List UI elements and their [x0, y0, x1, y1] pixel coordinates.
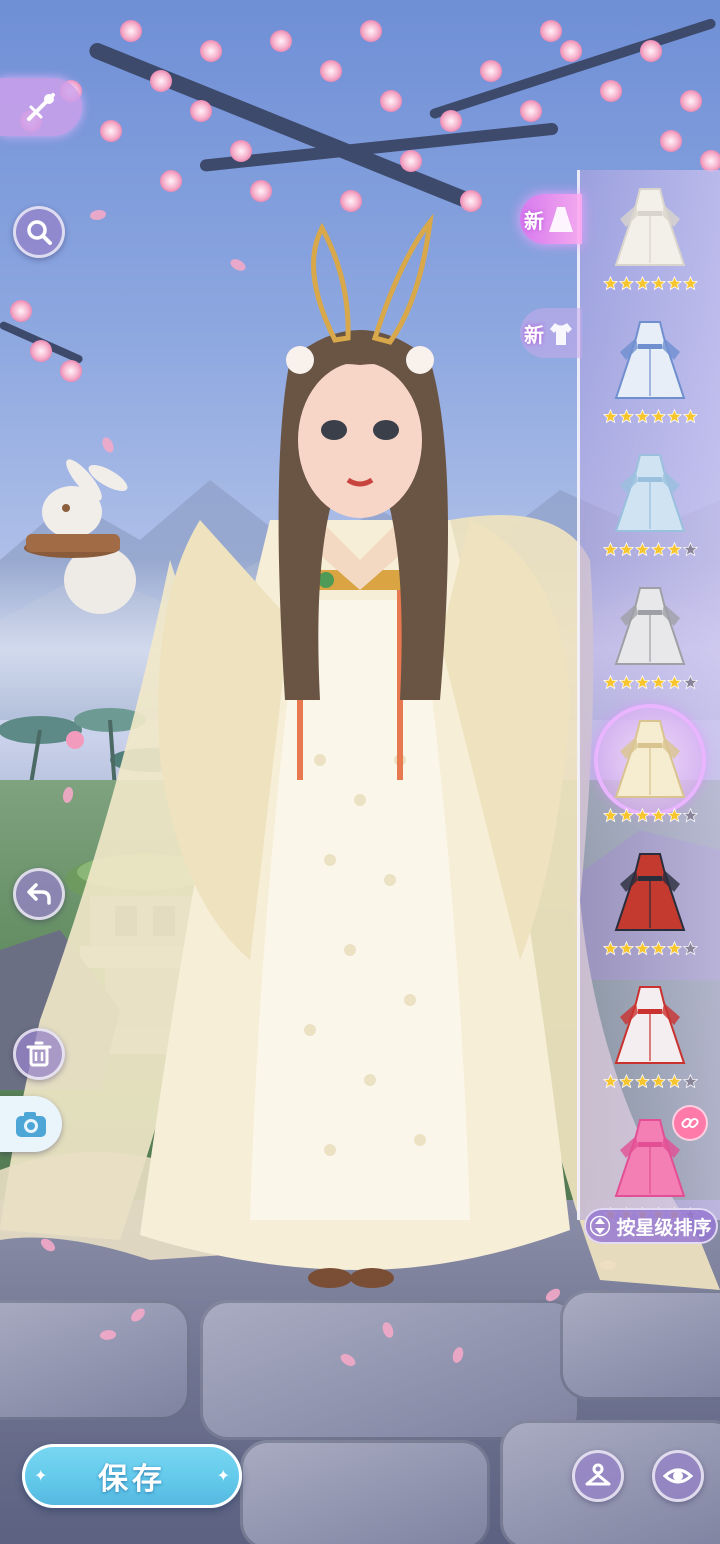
- star-filled-icon: [634, 1074, 650, 1089]
- star-filled-icon: [602, 409, 618, 424]
- category-tag-dress[interactable]: 新: [520, 194, 582, 244]
- star-rating: [602, 941, 698, 956]
- item-card-grey-white-robe[interactable]: [592, 575, 708, 701]
- sort-by-stars-button[interactable]: 按星级排序: [584, 1208, 718, 1244]
- star-filled-icon: [650, 276, 666, 291]
- item-thumbnail: [598, 575, 702, 679]
- hanger-icon: [585, 1463, 611, 1486]
- item-card-blue-white-qipao[interactable]: [592, 309, 708, 435]
- star-rating: [602, 1074, 698, 1089]
- star-empty-icon: [682, 808, 698, 823]
- star-filled-icon: [602, 1074, 618, 1089]
- delete-button[interactable]: [13, 1028, 65, 1080]
- star-filled-icon: [634, 542, 650, 557]
- star-filled-icon: [682, 276, 698, 291]
- category-tag-top[interactable]: 新: [520, 308, 582, 358]
- star-filled-icon: [650, 542, 666, 557]
- star-filled-icon: [634, 409, 650, 424]
- item-card-white-cape-gown[interactable]: [592, 176, 708, 302]
- star-filled-icon: [618, 941, 634, 956]
- outfit-icon: [614, 321, 686, 399]
- filter-tab[interactable]: [0, 78, 82, 136]
- star-filled-icon: [666, 1074, 682, 1089]
- new-badge: 新: [524, 210, 544, 233]
- star-filled-icon: [602, 542, 618, 557]
- dress-icon: [549, 207, 573, 232]
- star-filled-icon: [650, 675, 666, 690]
- star-filled-icon: [666, 675, 682, 690]
- camera-button[interactable]: [0, 1096, 62, 1152]
- star-filled-icon: [666, 276, 682, 291]
- star-filled-icon: [650, 808, 666, 823]
- sort-arrows-icon: [590, 1215, 611, 1237]
- camera-icon: [16, 1112, 46, 1137]
- star-filled-icon: [666, 808, 682, 823]
- eye-icon: [663, 1468, 693, 1484]
- trash-icon: [26, 1041, 52, 1067]
- new-badge: 新: [524, 324, 544, 347]
- star-filled-icon: [602, 675, 618, 690]
- star-rating: [602, 542, 698, 557]
- star-rating: [602, 409, 698, 424]
- outfit-icon: [614, 720, 686, 798]
- star-filled-icon: [618, 675, 634, 690]
- search-icon: [27, 220, 52, 245]
- star-filled-icon: [666, 542, 682, 557]
- item-thumbnail: [598, 841, 702, 945]
- undo-icon: [27, 883, 51, 905]
- item-thumbnail: [598, 442, 702, 546]
- star-empty-icon: [682, 542, 698, 557]
- wardrobe-button[interactable]: [572, 1450, 624, 1502]
- save-button[interactable]: ✦ 保存 ✦: [22, 1444, 242, 1508]
- item-card-cream-moon-hanfu[interactable]: [592, 708, 708, 834]
- star-filled-icon: [618, 808, 634, 823]
- star-filled-icon: [602, 276, 618, 291]
- hairpin-filter-icon: [27, 93, 55, 121]
- rabbit-with-mooncake: [24, 459, 136, 614]
- star-filled-icon: [666, 409, 682, 424]
- star-filled-icon: [666, 941, 682, 956]
- search-button[interactable]: [13, 206, 65, 258]
- star-filled-icon: [618, 542, 634, 557]
- save-label: 保存: [98, 1463, 166, 1496]
- star-filled-icon: [602, 941, 618, 956]
- outfit-icon: [614, 454, 686, 532]
- star-empty-icon: [682, 675, 698, 690]
- link-icon: [674, 1107, 706, 1139]
- item-thumbnail: [598, 708, 702, 812]
- star-filled-icon: [618, 1074, 634, 1089]
- item-thumbnail: [598, 974, 702, 1078]
- undo-button[interactable]: [13, 868, 65, 920]
- star-filled-icon: [602, 808, 618, 823]
- sparkle-icon: ✦: [34, 1468, 48, 1485]
- star-filled-icon: [650, 409, 666, 424]
- outfit-icon: [614, 587, 686, 665]
- item-thumbnail: [598, 309, 702, 413]
- star-filled-icon: [650, 1074, 666, 1089]
- star-empty-icon: [682, 1074, 698, 1089]
- star-rating: [602, 808, 698, 823]
- star-rating: [602, 276, 698, 291]
- star-filled-icon: [634, 276, 650, 291]
- sparkle-icon: ✦: [216, 1468, 230, 1485]
- item-card-red-warrior-outfit[interactable]: [592, 841, 708, 967]
- sort-label: 按星级排序: [616, 1217, 712, 1239]
- star-empty-icon: [682, 941, 698, 956]
- star-filled-icon: [634, 808, 650, 823]
- star-filled-icon: [634, 941, 650, 956]
- top-icon: [550, 323, 572, 345]
- star-filled-icon: [634, 675, 650, 690]
- star-filled-icon: [618, 409, 634, 424]
- outfit-icon: [614, 853, 686, 931]
- star-filled-icon: [650, 941, 666, 956]
- item-thumbnail: [598, 176, 702, 280]
- star-filled-icon: [682, 409, 698, 424]
- star-filled-icon: [618, 276, 634, 291]
- preview-button[interactable]: [652, 1450, 704, 1502]
- item-card-red-white-dress[interactable]: [592, 974, 708, 1100]
- star-rating: [602, 675, 698, 690]
- outfit-icon: [614, 986, 686, 1064]
- outfit-icon: [614, 188, 686, 266]
- item-card-lightblue-hanfu[interactable]: [592, 442, 708, 568]
